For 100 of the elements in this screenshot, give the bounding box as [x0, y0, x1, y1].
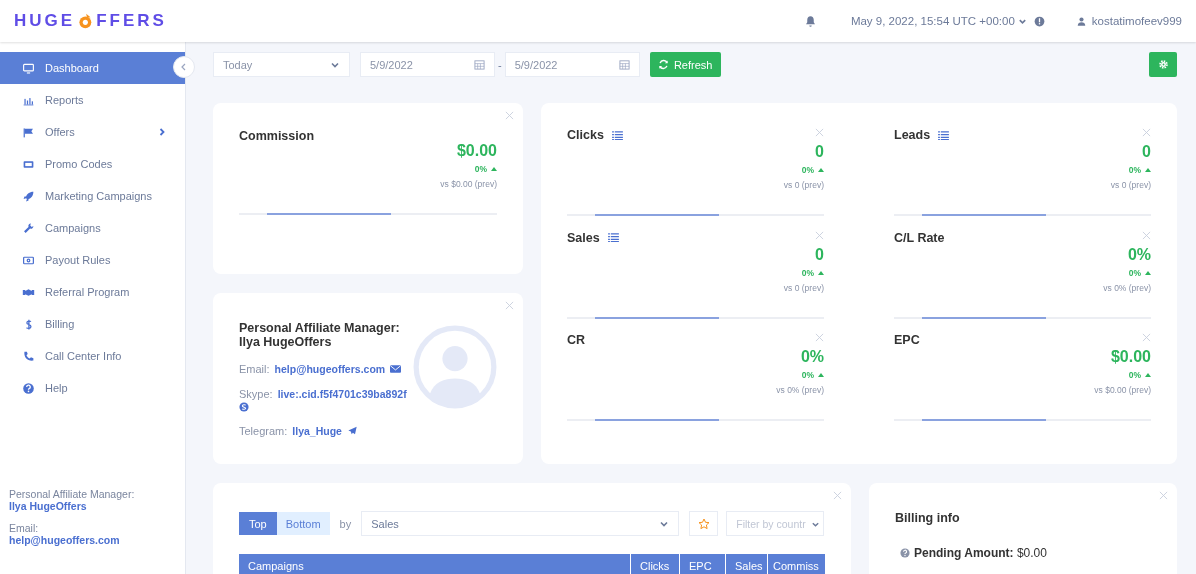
close-icon[interactable] — [815, 230, 824, 240]
star-icon — [697, 517, 710, 530]
calendar-icon — [474, 59, 485, 70]
sidebar-item[interactable]: Offers — [0, 116, 185, 148]
calendar-icon — [618, 59, 630, 70]
column-header[interactable]: Commiss — [767, 554, 825, 574]
close-icon[interactable] — [833, 491, 842, 500]
metric-value: $0.00 — [456, 142, 497, 160]
sidebar-item[interactable]: Reports — [0, 84, 185, 116]
up-arrow-icon — [1145, 373, 1151, 377]
metric-title: Commission — [239, 129, 314, 143]
metric-previous: vs 0% (prev) — [776, 385, 824, 395]
metric-value: 0 — [815, 143, 824, 161]
chevron-right-icon — [157, 127, 167, 137]
metric-previous: vs 0 (prev) — [783, 180, 824, 190]
sort-select[interactable]: Sales — [361, 511, 680, 536]
sidebar-item[interactable]: Billing — [0, 308, 185, 340]
contact-label: Email: — [239, 363, 270, 375]
toggle-button[interactable]: Top — [239, 512, 277, 535]
help-icon — [900, 548, 910, 558]
menu-icon — [22, 61, 35, 75]
by-label: by — [339, 517, 352, 530]
up-arrow-icon — [818, 270, 824, 275]
close-icon[interactable] — [1159, 491, 1168, 500]
menu-icon — [22, 125, 35, 139]
skype-icon — [239, 402, 249, 412]
info-icon[interactable] — [1032, 14, 1046, 28]
metric-title: EPC — [894, 333, 920, 347]
period-select[interactable]: Today — [213, 52, 350, 77]
metric-value: 0% — [800, 348, 824, 366]
sidebar-item[interactable]: Payout Rules — [0, 244, 185, 276]
sidebar-item[interactable]: Campaigns — [0, 212, 185, 244]
list-icon[interactable] — [611, 130, 623, 140]
metric-previous: vs 0 (prev) — [783, 282, 824, 293]
close-icon[interactable] — [1142, 230, 1151, 240]
up-arrow-icon — [1145, 168, 1151, 172]
timezone-dropdown[interactable]: May 9, 2022, 15:54 UTC +00:00 — [850, 15, 1027, 27]
up-arrow-icon — [818, 373, 824, 377]
column-header[interactable]: Campaigns — [239, 554, 630, 574]
sidebar-item[interactable]: Promo Codes — [0, 148, 185, 180]
column-header[interactable]: Sales — [725, 554, 767, 574]
close-icon[interactable] — [815, 128, 824, 137]
pending-amount: Pending Amount: $0.00 — [914, 546, 1047, 560]
footer-link[interactable]: help@hugeoffers.com — [9, 534, 176, 546]
metric-previous: vs 0 (prev) — [1110, 180, 1151, 190]
refresh-button[interactable]: Refresh — [649, 52, 721, 77]
list-icon[interactable] — [607, 233, 619, 242]
date-field[interactable]: 5/9/2022 — [504, 52, 640, 77]
logo-text: FFERS — [96, 11, 167, 31]
billing-title: Billing info — [895, 511, 961, 525]
user-icon — [1075, 15, 1087, 27]
collapse-button[interactable] — [173, 56, 195, 78]
sidebar-item[interactable]: Call Center Info — [0, 340, 185, 372]
sidebar-item[interactable]: Referral Program — [0, 276, 185, 308]
footer-label: Email: — [9, 522, 40, 534]
menu-icon — [22, 381, 35, 395]
contact-label: Telegram: — [239, 425, 288, 437]
metric-change: 0% — [1128, 165, 1141, 175]
settings-button[interactable] — [1149, 52, 1177, 77]
close-icon[interactable] — [815, 333, 824, 342]
metric-title: Sales — [567, 230, 600, 245]
sidebar-item[interactable]: Marketing Campaigns — [0, 180, 185, 212]
refresh-icon — [657, 59, 669, 70]
contact-link[interactable]: help@hugeoffers.com — [274, 363, 386, 375]
up-arrow-icon — [491, 167, 497, 171]
user-name[interactable]: kostatimofeev999 — [1091, 15, 1182, 27]
metric-value: $0.00 — [1110, 348, 1151, 366]
sidebar-item[interactable]: Dashboard — [0, 52, 185, 84]
column-header[interactable]: Clicks — [630, 554, 679, 574]
contact-label: Skype: — [239, 388, 273, 400]
paper-plane-icon — [346, 426, 358, 436]
metric-value: 0% — [1127, 245, 1151, 264]
footer-label: Personal Affiliate Manager: — [9, 488, 136, 500]
contact-link[interactable]: Ilya_Huge — [292, 425, 342, 437]
close-icon[interactable] — [1142, 333, 1151, 342]
metric-title: CR — [567, 333, 586, 347]
metric-value: 0 — [815, 245, 824, 264]
metric-value: 0 — [1142, 143, 1151, 161]
list-icon[interactable] — [938, 130, 950, 140]
logo-icon — [76, 12, 94, 30]
close-icon[interactable] — [1142, 128, 1151, 137]
manager-title: Personal Affiliate Manager: — [239, 321, 401, 335]
up-arrow-icon — [818, 168, 824, 172]
avatar-icon — [413, 325, 497, 409]
metric-previous: vs $0.00 (prev) — [440, 179, 497, 189]
close-icon[interactable] — [505, 111, 514, 120]
up-arrow-icon — [1145, 270, 1151, 275]
close-icon[interactable] — [505, 301, 514, 310]
toggle-button[interactable]: Bottom — [276, 512, 330, 535]
sidebar-item[interactable]: Help — [0, 372, 185, 404]
footer-link[interactable]: Ilya HugeOffers — [9, 500, 176, 512]
metric-previous: vs 0% (prev) — [1103, 282, 1151, 293]
contact-link[interactable]: live:.cid.f5f4701c39ba892f — [277, 388, 407, 400]
envelope-icon — [390, 364, 402, 374]
column-header[interactable]: EPC — [679, 554, 725, 574]
metric-previous: vs $0.00 (prev) — [1094, 385, 1151, 395]
menu-icon — [22, 221, 35, 235]
favorite-button[interactable] — [689, 511, 719, 536]
date-field[interactable]: 5/9/2022 — [360, 52, 495, 77]
metric-change: 0% — [801, 370, 814, 380]
